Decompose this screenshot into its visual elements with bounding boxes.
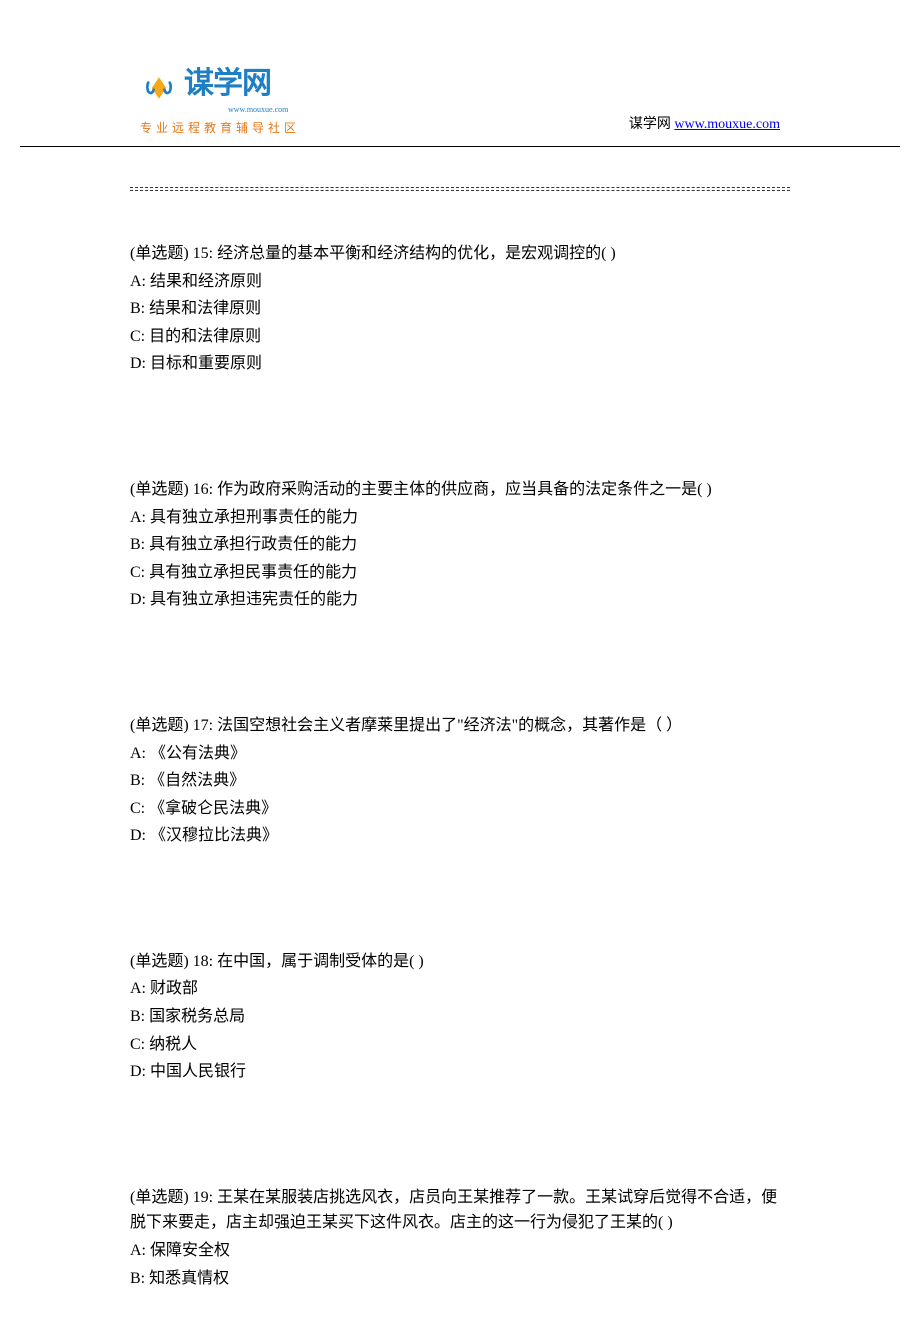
logo-tagline: 专业远程教育辅导社区 — [140, 119, 300, 138]
logo-text-wrap: 谋学网 www.mouxue.com — [184, 60, 288, 117]
question-stem: (单选题) 16: 作为政府采购活动的主要主体的供应商，应当具备的法定条件之一是… — [130, 477, 790, 503]
page-header: 谋学网 www.mouxue.com 专业远程教育辅导社区 谋学网 www.mo… — [20, 0, 900, 147]
option-b: B: 结果和法律原则 — [130, 296, 790, 322]
option-a: A: 财政部 — [130, 976, 790, 1002]
logo-main-text: 谋学网 — [184, 60, 288, 108]
option-c: C: 《拿破仑民法典》 — [130, 796, 790, 822]
question-stem: (单选题) 15: 经济总量的基本平衡和经济结构的优化，是宏观调控的( ) — [130, 241, 790, 267]
option-c: C: 目的和法律原则 — [130, 324, 790, 350]
logo-top: 谋学网 www.mouxue.com — [140, 60, 300, 117]
question-15: (单选题) 15: 经济总量的基本平衡和经济结构的优化，是宏观调控的( ) A:… — [130, 241, 790, 377]
option-b: B: 国家税务总局 — [130, 1004, 790, 1030]
question-stem: (单选题) 18: 在中国，属于调制受体的是( ) — [130, 949, 790, 975]
option-c: C: 具有独立承担民事责任的能力 — [130, 560, 790, 586]
brand-text: 谋学网 — [629, 117, 671, 132]
logo-sub-text: www.mouxue.com — [228, 104, 288, 117]
option-c: C: 纳税人 — [130, 1032, 790, 1058]
question-stem: (单选题) 17: 法国空想社会主义者摩莱里提出了"经济法"的概念，其著作是（ … — [130, 713, 790, 739]
header-right: 谋学网 www.mouxue.com — [629, 114, 780, 138]
question-17: (单选题) 17: 法国空想社会主义者摩莱里提出了"经济法"的概念，其著作是（ … — [130, 713, 790, 849]
option-a: A: 保障安全权 — [130, 1238, 790, 1264]
option-b: B: 具有独立承担行政责任的能力 — [130, 532, 790, 558]
content-area: (单选题) 15: 经济总量的基本平衡和经济结构的优化，是宏观调控的( ) A:… — [0, 147, 920, 1341]
option-d: D: 目标和重要原则 — [130, 351, 790, 377]
option-a: A: 结果和经济原则 — [130, 269, 790, 295]
question-stem: (单选题) 19: 王某在某服装店挑选风衣，店员向王某推荐了一款。王某试穿后觉得… — [130, 1185, 790, 1236]
question-18: (单选题) 18: 在中国，属于调制受体的是( ) A: 财政部 B: 国家税务… — [130, 949, 790, 1085]
option-b: B: 《自然法典》 — [130, 768, 790, 794]
option-d: D: 具有独立承担违宪责任的能力 — [130, 587, 790, 613]
logo-icon — [140, 70, 178, 106]
separator-line — [130, 187, 790, 191]
option-d: D: 中国人民银行 — [130, 1059, 790, 1085]
option-a: A: 《公有法典》 — [130, 741, 790, 767]
domain-link[interactable]: www.mouxue.com — [674, 117, 780, 132]
question-16: (单选题) 16: 作为政府采购活动的主要主体的供应商，应当具备的法定条件之一是… — [130, 477, 790, 613]
option-b: B: 知悉真情权 — [130, 1266, 790, 1292]
option-d: D: 《汉穆拉比法典》 — [130, 823, 790, 849]
question-19: (单选题) 19: 王某在某服装店挑选风衣，店员向王某推荐了一款。王某试穿后觉得… — [130, 1185, 790, 1291]
logo-section: 谋学网 www.mouxue.com 专业远程教育辅导社区 — [140, 60, 300, 138]
option-a: A: 具有独立承担刑事责任的能力 — [130, 505, 790, 531]
